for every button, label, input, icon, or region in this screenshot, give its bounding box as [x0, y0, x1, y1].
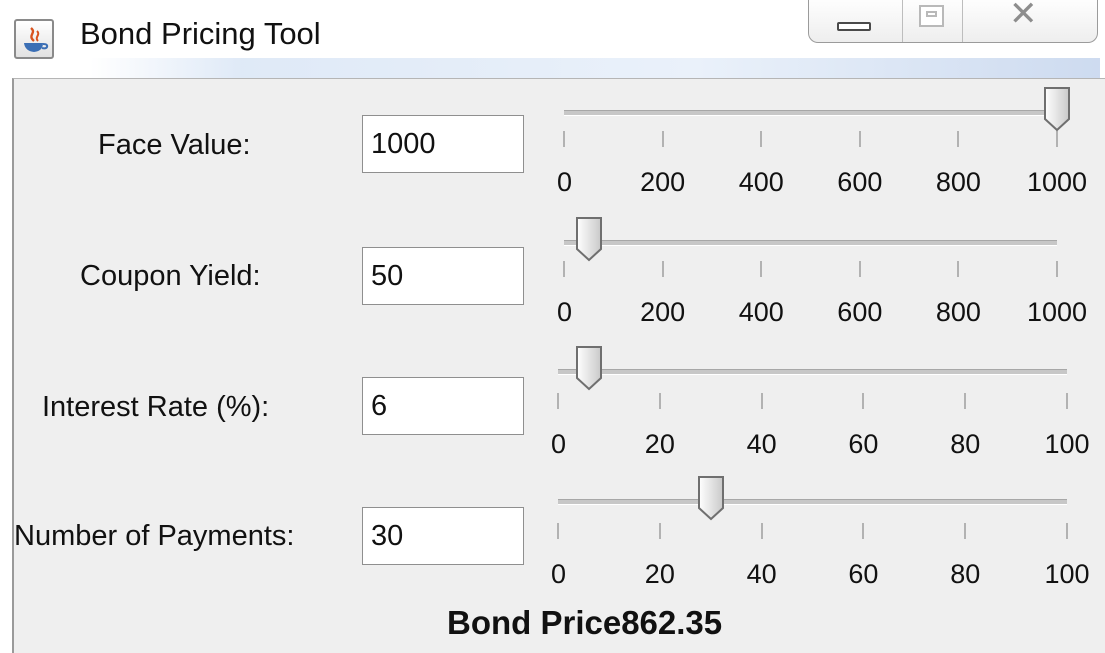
java-app-icon	[14, 19, 54, 59]
slider-tick	[658, 523, 661, 539]
slider-tick-label: 80	[950, 429, 981, 459]
slider-tick	[1056, 261, 1058, 277]
slider-tick-label: 100	[1044, 429, 1090, 459]
minimize-icon	[837, 22, 871, 31]
slider-tick	[760, 131, 763, 147]
slider-tick	[658, 393, 661, 409]
slider-tick-label: 20	[644, 559, 675, 589]
slider-tick-label: 20	[644, 429, 675, 459]
window-controls: ✕	[808, 0, 1098, 43]
slider-tick	[1066, 523, 1068, 539]
background-blur	[90, 58, 1100, 78]
slider-tick-label: 400	[738, 297, 784, 327]
slider-tick-label: 60	[848, 559, 879, 589]
slider-tick	[862, 393, 865, 409]
slider-tick	[661, 131, 664, 147]
app-window: Bond Pricing Tool ✕ Face Value: 02004006…	[0, 0, 1105, 653]
slider-tick	[858, 261, 861, 277]
slider-tick-label: 200	[640, 297, 686, 327]
maximize-button[interactable]	[902, 0, 963, 42]
slider-tick	[563, 131, 565, 147]
slider-tick	[760, 261, 763, 277]
interest-rate-field[interactable]	[362, 377, 524, 435]
slider-tick	[760, 393, 763, 409]
slider-tick	[661, 261, 664, 277]
window-title: Bond Pricing Tool	[80, 16, 321, 51]
slider-tick	[957, 131, 960, 147]
slider-tick-label: 800	[935, 297, 981, 327]
slider-tick-label: 400	[738, 167, 784, 197]
face-value-slider[interactable]: 0 200 400 600 800 1000	[554, 79, 1094, 204]
minimize-button[interactable]	[809, 0, 903, 42]
bond-price-result: Bond Price862.35	[447, 604, 723, 641]
face-value-label: Face Value:	[98, 129, 251, 161]
slider-tick-label: 600	[837, 297, 883, 327]
slider-tick	[858, 131, 861, 147]
title-bar[interactable]: Bond Pricing Tool ✕	[0, 0, 1105, 78]
slider-tick	[760, 523, 763, 539]
number-of-payments-label: Number of Payments:	[14, 520, 295, 552]
slider-tick-label: 0	[557, 297, 573, 327]
slider-tick-label: 600	[837, 167, 883, 197]
content-panel: Face Value: 02004006008001000 Coupon Yie…	[12, 78, 1105, 653]
face-value-field[interactable]	[362, 115, 524, 173]
slider-tick	[563, 261, 565, 277]
slider-tick-label: 40	[746, 429, 777, 459]
slider-tick-label: 1000	[1027, 167, 1088, 197]
close-button[interactable]: ✕	[962, 0, 1098, 42]
slider-tick	[957, 261, 960, 277]
slider-thumb[interactable]	[575, 216, 603, 262]
interest-rate-slider[interactable]: 0 20 40 60 80 100	[551, 337, 1094, 462]
slider-tick	[557, 523, 559, 539]
slider-tick	[1066, 393, 1068, 409]
slider-thumb[interactable]	[575, 345, 603, 391]
coupon-yield-label: Coupon Yield:	[80, 260, 261, 292]
slider-tick-label: 100	[1044, 559, 1090, 589]
slider-tick-label: 800	[935, 167, 981, 197]
slider-tick-label: 80	[950, 559, 981, 589]
slider-tick	[557, 393, 559, 409]
coupon-yield-field[interactable]	[362, 247, 524, 305]
close-icon: ✕	[1009, 0, 1038, 34]
number-of-payments-field[interactable]	[362, 507, 524, 565]
slider-tick	[964, 393, 967, 409]
slider-thumb[interactable]	[697, 475, 725, 521]
slider-tick-label: 200	[640, 167, 686, 197]
number-of-payments-slider[interactable]: 0 20 40 60 80 100	[551, 467, 1094, 592]
slider-tick-label: 0	[557, 167, 573, 197]
slider-tick-label: 0	[551, 559, 567, 589]
coupon-yield-slider[interactable]: 0 200 400 600 800 1000	[554, 209, 1094, 334]
slider-tick-label: 1000	[1027, 297, 1088, 327]
slider-tick-label: 0	[551, 429, 567, 459]
slider-tick-label: 60	[848, 429, 879, 459]
slider-tick	[1056, 131, 1058, 147]
slider-tick	[964, 523, 967, 539]
interest-rate-label: Interest Rate (%):	[42, 391, 270, 423]
maximize-icon	[919, 5, 944, 27]
slider-tick-label: 40	[746, 559, 777, 589]
slider-track[interactable]	[558, 499, 1067, 505]
slider-tick	[862, 523, 865, 539]
slider-track[interactable]	[564, 110, 1057, 116]
slider-track[interactable]	[564, 240, 1057, 246]
slider-track[interactable]	[558, 369, 1067, 375]
slider-thumb[interactable]	[1043, 86, 1071, 132]
